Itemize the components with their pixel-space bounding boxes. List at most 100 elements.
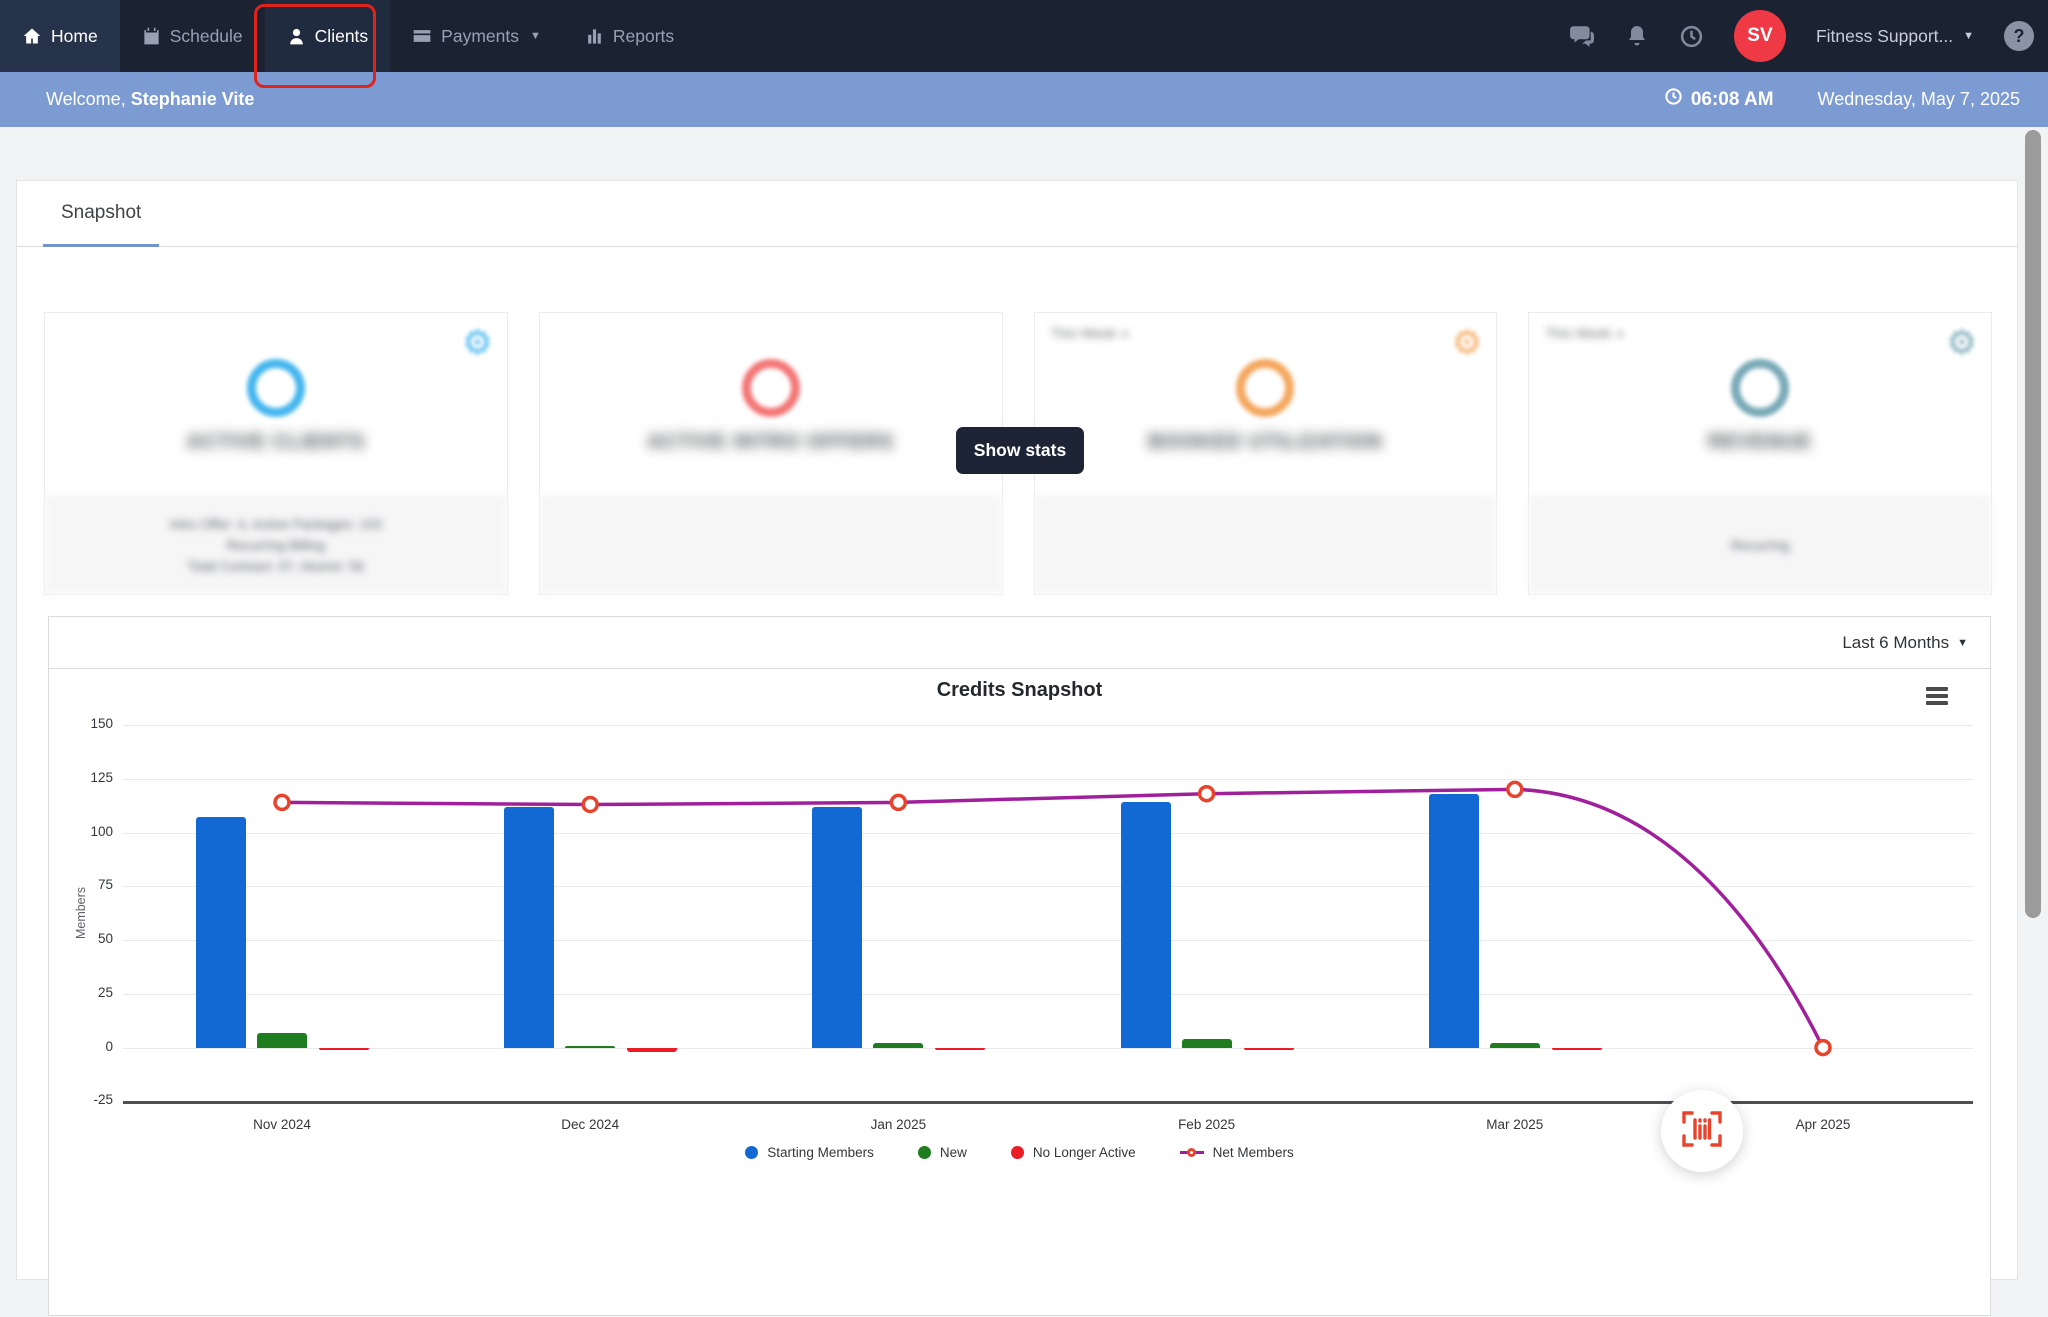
bar-no-longer-active: [319, 1047, 369, 1050]
date-range-selector[interactable]: Last 6 Months ▼: [1842, 617, 1968, 669]
y-tick-label: 100: [90, 823, 113, 839]
calendar-icon: [142, 27, 161, 46]
bar-new: [1489, 1043, 1540, 1048]
y-tick-label: 150: [90, 715, 113, 731]
bar-no-longer-active: [1551, 1047, 1602, 1050]
x-tick-label: Jan 2025: [870, 1117, 927, 1132]
net-members-marker: [273, 793, 291, 812]
y-axis-title: Members: [74, 886, 88, 940]
gridline: [123, 724, 1973, 726]
credits-snapshot-chart-panel: Last 6 Months ▼ Credits Snapshot -25 0 25 5…: [48, 616, 1991, 1316]
welcome-message: Welcome, Stephanie Vite: [46, 89, 254, 110]
current-date: Wednesday, May 7, 2025: [1817, 89, 2020, 109]
y-tick-label: -25: [93, 1092, 113, 1108]
gridline: [123, 993, 1973, 995]
chevron-down-icon: ▼: [1957, 637, 1968, 649]
tab-snapshot[interactable]: Snapshot: [43, 181, 160, 247]
net-members-marker: [1197, 784, 1216, 803]
donut-chart: [741, 359, 800, 417]
x-tick-label: Apr 2025: [1795, 1117, 1851, 1132]
x-tick-label: Nov 2024: [253, 1117, 311, 1132]
net-members-marker: [581, 795, 599, 814]
home-icon: [22, 26, 42, 46]
nav-item-schedule[interactable]: Schedule: [120, 0, 265, 72]
donut-chart: [1731, 359, 1790, 417]
x-tick-label: Mar 2025: [1486, 1117, 1544, 1132]
card-footer: Intro Offer: 4, Active Packages: 103 Recu…: [45, 496, 507, 594]
donut-chart: [246, 359, 305, 417]
nav-item-label: Payments: [441, 25, 519, 46]
bar-new: [1181, 1039, 1232, 1048]
chat-icon[interactable]: [1569, 23, 1595, 49]
show-stats-button[interactable]: Show stats: [956, 427, 1084, 474]
chevron-down-icon: ▼: [1963, 30, 1974, 42]
chart-title: Credits Snapshot: [936, 679, 1103, 701]
account-menu[interactable]: Fitness Support... ▼: [1816, 26, 1974, 47]
gridline: [123, 832, 1973, 834]
card-footer-line: Recurring: [1730, 538, 1790, 553]
gridline: [123, 1047, 1973, 1049]
loading-barcode-badge: [1661, 1090, 1743, 1172]
stat-card-revenue: This Week ▼ ⚙ REVENUE Recurring: [1528, 312, 1992, 595]
card-footer-line: Intro Offer: 4, Active Packages: 103: [169, 517, 382, 532]
avatar[interactable]: SV: [1733, 10, 1786, 62]
nav-item-label: Clients: [314, 25, 369, 46]
history-clock-icon[interactable]: [1679, 24, 1704, 49]
nav-item-payments[interactable]: Payments ▼: [390, 0, 563, 72]
gridline: [123, 886, 1973, 888]
legend-dot-icon: [917, 1146, 931, 1159]
net-members-line: [273, 780, 1832, 1057]
nav-item-reports[interactable]: Reports: [563, 0, 696, 72]
nav-item-label: Reports: [612, 25, 675, 46]
legend-item-new[interactable]: New: [917, 1145, 967, 1160]
x-tick-label: Dec 2024: [561, 1117, 620, 1132]
vertical-scrollbar[interactable]: [2025, 130, 2041, 918]
nav-item-label: Schedule: [169, 25, 243, 46]
bell-icon[interactable]: [1625, 24, 1649, 48]
current-time: 06:08 AM: [1664, 87, 1774, 112]
chart-header: Last 6 Months ▼: [49, 617, 1990, 669]
card-footer: [539, 496, 1002, 594]
bar-starting-members: [504, 806, 555, 1048]
card-footer-line: Recurring Billing: [226, 538, 326, 553]
legend-item-net-members[interactable]: Net Members: [1179, 1145, 1294, 1160]
donut-chart: [1236, 359, 1295, 417]
chart-menu-icon[interactable]: [1926, 687, 1948, 708]
stat-card-active-intro-offers: ACTIVE INTRO OFFERS: [538, 312, 1003, 595]
card-title: REVENUE: [1708, 431, 1812, 453]
clock-icon: [1664, 87, 1683, 112]
legend-dot-icon: [745, 1146, 759, 1159]
welcome-user-name: Stephanie Vite: [130, 89, 255, 109]
welcome-bar: Welcome, Stephanie Vite 06:08 AM Wednesd…: [0, 72, 2048, 127]
legend-item-starting-members[interactable]: Starting Members: [745, 1145, 874, 1160]
help-icon[interactable]: ?: [2004, 21, 2034, 51]
bar-starting-members: [196, 817, 246, 1048]
bar-starting-members: [1428, 793, 1479, 1048]
stat-card-active-clients: ⚙ ACTIVE CLIENTS Intro Offer: 4, Active …: [44, 312, 508, 595]
y-tick-label: 25: [97, 984, 113, 1000]
bar-starting-members: [1120, 802, 1171, 1048]
card-title: BOOKED UTILIZATION: [1148, 431, 1383, 453]
chevron-down-icon: ▼: [529, 30, 541, 42]
legend-ring-icon: [1179, 1145, 1204, 1160]
y-tick-label: 0: [105, 1038, 113, 1054]
gridline: [123, 778, 1973, 780]
barcode-icon: [1679, 1109, 1725, 1154]
card-title: ACTIVE CLIENTS: [186, 431, 366, 453]
bar-no-longer-active: [935, 1047, 986, 1050]
account-label: Fitness Support...: [1815, 25, 1954, 46]
gridline: [123, 940, 1973, 941]
nav-item-clients[interactable]: Clients: [264, 0, 391, 72]
card-footer-line: Total Contract: 97, Alumni: 56: [187, 559, 365, 574]
card-footer: Recurring: [1529, 496, 1991, 594]
net-members-marker: [889, 793, 908, 812]
legend-dot-icon: [1010, 1146, 1024, 1159]
legend-item-no-longer-active[interactable]: No Longer Active: [1010, 1145, 1136, 1160]
bar-new: [873, 1043, 924, 1048]
top-navigation: Home Schedule Clients Payments ▼ Reports: [0, 0, 2048, 72]
bar-new: [565, 1045, 616, 1048]
x-tick-label: Feb 2025: [1178, 1117, 1236, 1132]
net-members-marker: [1506, 780, 1524, 799]
welcome-greeting: Welcome,: [46, 89, 126, 109]
nav-item-home[interactable]: Home: [0, 0, 120, 72]
